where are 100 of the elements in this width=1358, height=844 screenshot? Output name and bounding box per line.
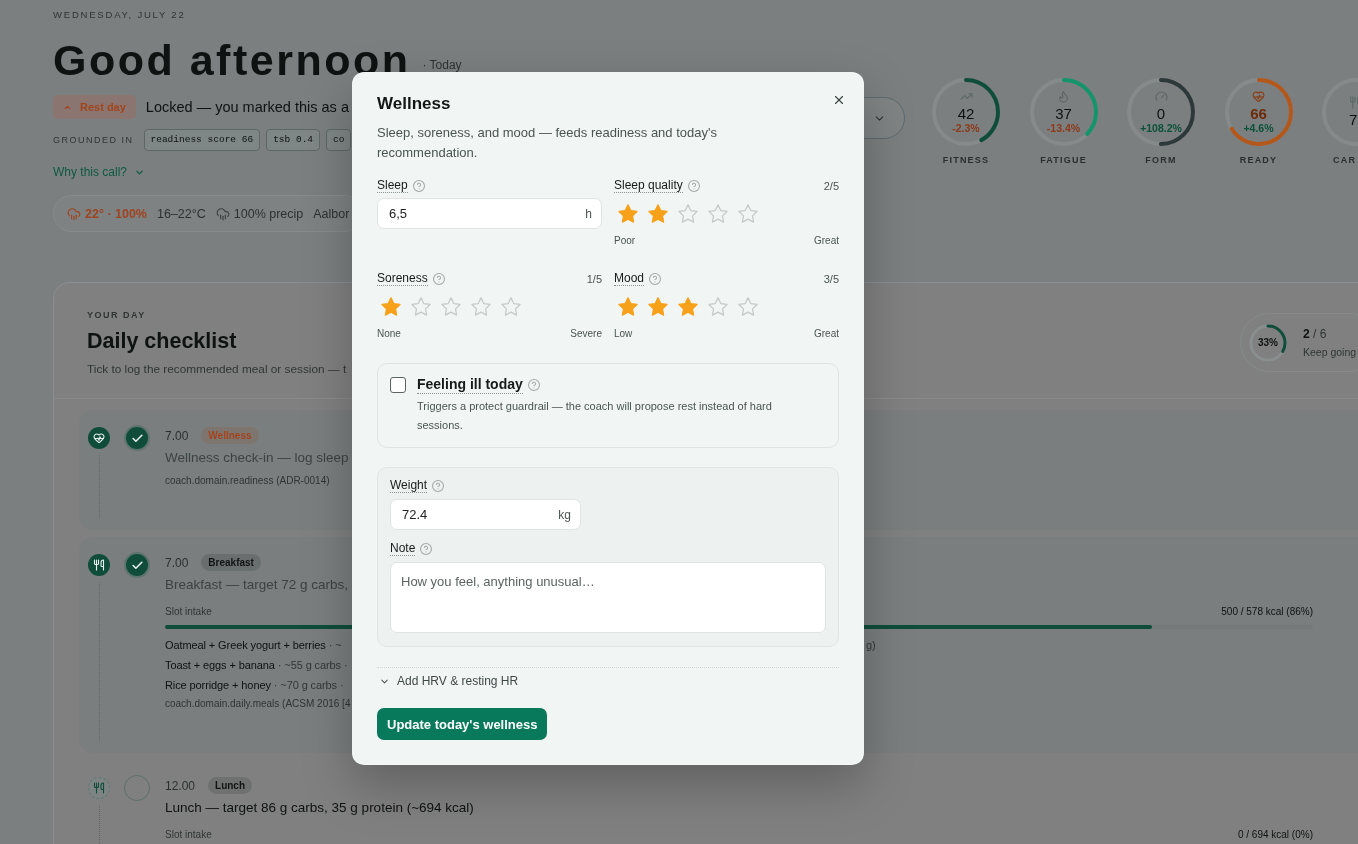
star-icon[interactable] xyxy=(738,204,758,223)
precip-label: 100% precip xyxy=(233,206,304,221)
item-title: Lunch — target 86 g carbs, 35 g protein (~694 kcal) xyxy=(165,799,474,817)
intake-label: Slot intake xyxy=(165,828,212,842)
heart-pulse-icon xyxy=(88,427,110,449)
source-chip: readiness score 66 xyxy=(143,129,261,151)
star-icon[interactable] xyxy=(738,297,758,316)
chevron-down-icon xyxy=(134,167,146,178)
scale-caption: None xyxy=(377,328,401,340)
item-title: Breakfast — target 72 g carbs, xyxy=(165,576,349,594)
star-icon[interactable] xyxy=(648,204,668,223)
gauge-ring xyxy=(931,77,1001,147)
checklist-subtitle: Tick to log the recommended meal or session — t xyxy=(87,362,347,376)
illness-checkbox[interactable] xyxy=(390,377,406,393)
illness-label: Feeling ill today xyxy=(417,376,523,394)
help-icon xyxy=(527,379,540,391)
status-text: Locked — you marked this as a xyxy=(145,99,349,115)
item-title: Wellness check-in — log sleep xyxy=(165,449,349,467)
check-icon xyxy=(130,431,144,445)
metric-value: 37 xyxy=(1055,105,1072,122)
fork-knife-icon xyxy=(88,554,110,576)
metric-value: 0 xyxy=(1156,105,1166,122)
greeting-heading: Good afternoon xyxy=(53,38,411,82)
metric-delta: +4.6% xyxy=(1243,122,1274,134)
star-icon[interactable] xyxy=(708,297,728,316)
location-label: Aalbor xyxy=(313,206,350,221)
temperature-range: 16–22°C xyxy=(157,206,206,221)
gauge-ring xyxy=(1126,77,1196,147)
metric-label: READY xyxy=(1239,154,1278,166)
dialog-title: Wellness xyxy=(377,93,451,115)
star-icon[interactable] xyxy=(678,204,698,223)
category-tag: Lunch xyxy=(208,777,253,794)
weather-headline: 22° · 100% xyxy=(85,206,147,221)
gauge-icon xyxy=(1154,90,1168,103)
close-icon xyxy=(832,93,846,107)
star-icon[interactable] xyxy=(678,297,698,316)
metric-delta: -2.3% xyxy=(952,122,980,134)
intake-reading: 500 / 578 kcal (86%) xyxy=(1221,605,1313,619)
update-wellness-button[interactable]: Update today's wellness xyxy=(377,708,548,740)
scale-caption: Severe xyxy=(570,328,602,340)
illness-description: Triggers a protect guardrail — the coach will propose rest instead of hard sessions. xyxy=(417,399,773,433)
help-icon xyxy=(412,180,425,192)
progress-count: 2 / 6 xyxy=(1303,326,1327,341)
check-icon xyxy=(130,558,144,572)
unit-label: h xyxy=(585,206,592,221)
help-icon xyxy=(432,273,445,285)
section-eyebrow: YOUR DAY xyxy=(87,309,146,321)
gauge-ring xyxy=(1223,77,1294,147)
help-icon xyxy=(687,180,700,192)
scale-caption: Poor xyxy=(614,235,636,247)
help-icon xyxy=(432,480,445,492)
field-label: Sleep quality xyxy=(614,179,683,193)
trend-up-icon xyxy=(959,90,973,103)
source-chip: tsb 0.4 xyxy=(266,129,321,151)
metric-label: CAR xyxy=(1333,154,1357,166)
star-icon[interactable] xyxy=(411,297,431,316)
star-icon[interactable] xyxy=(501,297,521,316)
fork-knife-icon xyxy=(88,777,110,799)
source-chip: co xyxy=(326,129,352,151)
grounded-label: GROUNDED IN xyxy=(53,135,134,145)
progress-ring xyxy=(1249,323,1287,362)
meal-option: Rice porridge + honey · ~70 g carbs · xyxy=(165,675,344,695)
date-label: WEDNESDAY, JULY 22 xyxy=(53,9,186,21)
time-label: 7.00 xyxy=(165,428,189,443)
star-icon[interactable] xyxy=(708,204,728,223)
time-label: 7.00 xyxy=(165,555,189,570)
star-icon[interactable] xyxy=(471,297,491,316)
star-icon[interactable] xyxy=(618,204,638,223)
field-label: Note xyxy=(390,542,416,556)
scale-caption: Great xyxy=(814,328,839,340)
metric-delta: -13.4% xyxy=(1046,122,1081,134)
star-icon[interactable] xyxy=(618,297,638,316)
category-tag: Breakfast xyxy=(201,554,261,571)
progress-caption: Keep going xyxy=(1303,345,1357,359)
field-label: Sleep xyxy=(377,179,408,193)
star-icon[interactable] xyxy=(441,297,461,316)
gauge-ring xyxy=(1028,77,1099,147)
metric-delta: +108.2% xyxy=(1140,122,1182,134)
field-label: Weight xyxy=(390,479,428,493)
category-tag: Wellness xyxy=(201,427,259,444)
meal-option: Oatmeal + Greek yogurt + berries · ~ xyxy=(165,635,342,655)
scale-caption: Low xyxy=(614,328,633,340)
check-toggle[interactable] xyxy=(124,552,150,578)
rating-reading: 2/5 xyxy=(823,180,839,192)
meal-option: Toast + eggs + banana · ~55 g carbs · xyxy=(165,655,348,675)
source-label: coach.domain.daily.meals (ACSM 2016 [4 xyxy=(165,697,351,711)
note-field[interactable]: How you feel, anything unusual… xyxy=(390,562,826,633)
heart-pulse-icon xyxy=(1252,90,1265,103)
time-label: 12.00 xyxy=(165,778,196,793)
metric-value: 7 xyxy=(1349,111,1358,128)
hrv-toggle[interactable]: Add HRV & resting HR xyxy=(377,674,519,688)
scale-caption: Great xyxy=(814,235,839,247)
check-toggle[interactable] xyxy=(124,425,150,451)
rating-reading: 3/5 xyxy=(823,273,839,285)
star-icon[interactable] xyxy=(381,297,401,316)
star-icon[interactable] xyxy=(648,297,668,316)
unit-label: kg xyxy=(558,507,571,522)
meal-option-end: g) xyxy=(866,638,876,653)
metric-value: 66 xyxy=(1250,105,1267,122)
progress-percent: 33% xyxy=(1258,337,1278,348)
